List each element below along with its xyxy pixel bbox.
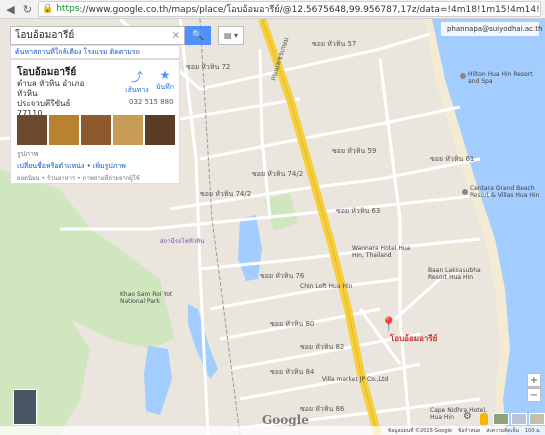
photo-label: รูปภาพ <box>17 150 39 158</box>
poi-station[interactable]: สถานีรถไฟหัวหิน <box>160 236 204 246</box>
scale-label: 100 ม. <box>524 427 541 434</box>
road-label-soi84: ซอย หัวหิน 84 <box>270 368 315 376</box>
star-icon: ★ <box>159 68 171 82</box>
photo-thumb[interactable] <box>145 115 175 145</box>
pin-label[interactable]: โอบอ้อมอารีย์ <box>390 332 437 345</box>
road-label-soi80: ซอย หัวหิน 80 <box>270 320 315 328</box>
place-card: โอบอ้อมอารีย์ ตำบล หัวหิน อำเภอ หัวหิน ป… <box>10 59 180 184</box>
photo-strip[interactable] <box>17 115 175 145</box>
lake-3 <box>144 346 172 415</box>
directions-button[interactable]: ⤴ เส้นทาง <box>123 68 151 96</box>
card-footer: ยอดนิยม • ร้านอาหาร • ภาพถ่ายที่ถ่ายจากผ… <box>17 175 140 182</box>
poi-chin[interactable]: Chin Loft Hua Hin <box>300 283 352 290</box>
search-input[interactable]: โอบอ้อมอารีย์ × <box>10 26 185 45</box>
tile-satellite[interactable] <box>511 413 527 425</box>
reload-icon[interactable]: ↻ <box>21 3 34 16</box>
layers-button[interactable]: ▤ ▾ <box>218 26 244 45</box>
search-row: โอบอ้อมอารีย์ × 🔍 <box>10 26 245 47</box>
road-label-soi74-2b: ซอย หัวหิน 74/2 <box>252 170 304 178</box>
place-address: ตำบล หัวหิน อำเภอ หัวหิน ประจวบคีรีขันธ์… <box>17 79 97 119</box>
zoom-in-button[interactable]: + <box>527 373 541 387</box>
road-label-soi59: ซอย หัวหิน 59 <box>332 147 377 155</box>
tile-photos[interactable] <box>529 413 545 425</box>
address-bar[interactable]: 🔒 https://www.google.co.th/maps/place/โอ… <box>38 1 541 17</box>
google-logo: Google <box>262 413 309 427</box>
url-text: ://www.google.co.th/maps/place/โอบอ้อมอา… <box>79 5 540 15</box>
hotel-poi-icon <box>460 73 466 79</box>
poi-khao[interactable]: Khao Sam Roi Yot National Park <box>120 291 180 305</box>
road-label-soi76: ซอย หัวหิน 76 <box>260 272 305 280</box>
search-query: โอบอ้อมอารีย์ <box>15 30 75 41</box>
account-email: phannapa@suiyodhai.ac.th <box>447 25 543 33</box>
account-chip[interactable]: phannapa@suiyodhai.ac.th <box>441 22 543 36</box>
search-icon: 🔍 <box>191 30 205 41</box>
poi-villa[interactable]: Villa market JP Co.,Ltd <box>322 376 388 383</box>
feedback-link[interactable]: ส่งความคิดเห็น <box>486 427 519 435</box>
photo-thumb[interactable] <box>81 115 111 145</box>
earth-view-thumbnail[interactable] <box>13 389 37 425</box>
save-label: บันทึก <box>155 83 175 91</box>
save-button[interactable]: ★ บันทึก <box>151 68 179 93</box>
lock-icon: 🔒 <box>42 4 54 14</box>
road-label-soi74-2a: ซอย หัวหิน 74/2 <box>200 190 252 198</box>
road-label-soi57: ซอย หัวหิน 57 <box>312 40 357 48</box>
copyright-text: ข้อมูลแผนที่ ©2015 Google <box>387 427 452 434</box>
photo-thumb[interactable] <box>113 115 143 145</box>
place-title: โอบอ้อมอารีย์ <box>17 67 77 78</box>
back-icon[interactable]: ◀ <box>4 3 17 16</box>
photo-thumb[interactable] <box>17 115 47 145</box>
zoom-out-button[interactable]: − <box>527 388 541 402</box>
place-pin-icon[interactable]: 📍 <box>380 317 397 333</box>
road-label-soi72: ซอย หัวหิน 72 <box>186 63 231 71</box>
notice-text: ค้นหาสถานที่ใกล้เคียง โรงแรม ติดตามรถ <box>15 47 140 56</box>
poi-wannara[interactable]: Wannara Hotel Hua Hin, Thailand <box>352 245 412 259</box>
poi-baan[interactable]: Baan Laksasubha Resort Hua Hin <box>428 267 488 281</box>
nearby-notice[interactable]: ค้นหาสถานที่ใกล้เคียง โรงแรม ติดตามรถ <box>10 45 180 59</box>
poi-centara[interactable]: Centara Grand Beach Resort & Villas Hua … <box>470 185 540 199</box>
hotel-poi-icon <box>462 189 468 195</box>
place-phone: 032 515 880 <box>129 98 174 106</box>
directions-icon: ⤴ <box>130 70 143 84</box>
terms-link[interactable]: ข้อกำหนด <box>458 427 480 435</box>
settings-icon[interactable]: ⚙ <box>463 411 472 422</box>
browser-toolbar: ◀ ↻ 🔒 https://www.google.co.th/maps/plac… <box>0 0 545 19</box>
clear-icon[interactable]: × <box>172 30 184 41</box>
road-label-soi63: ซอย หัวหิน 63 <box>336 207 381 215</box>
address-line-1: ตำบล หัวหิน อำเภอ หัวหิน <box>17 79 85 98</box>
imagery-tiles[interactable] <box>493 413 545 425</box>
road-label-soi82: ซอย หัวหิน 82 <box>300 343 345 351</box>
poi-hilton[interactable]: Hilton Hua Hin Resort and Spa <box>468 71 538 85</box>
pegman-icon[interactable] <box>480 413 488 425</box>
photo-thumb[interactable] <box>49 115 79 145</box>
tile-terrain[interactable] <box>493 413 509 425</box>
directions-label: เส้นทาง <box>125 86 149 94</box>
search-button[interactable]: 🔍 <box>185 26 211 45</box>
zoom-controls: + − <box>527 373 541 402</box>
lake-1 <box>238 215 262 281</box>
road-label-soi61: ซอย หัวหิน 61 <box>430 155 475 163</box>
url-scheme: https <box>56 4 80 14</box>
map-footer: ข้อมูลแผนที่ ©2015 Google ข้อกำหนด ส่งคว… <box>0 426 545 435</box>
edit-links[interactable]: เปลี่ยนชื่อหรือตำแหน่ง • เพิ่มรูปภาพ <box>17 161 126 172</box>
